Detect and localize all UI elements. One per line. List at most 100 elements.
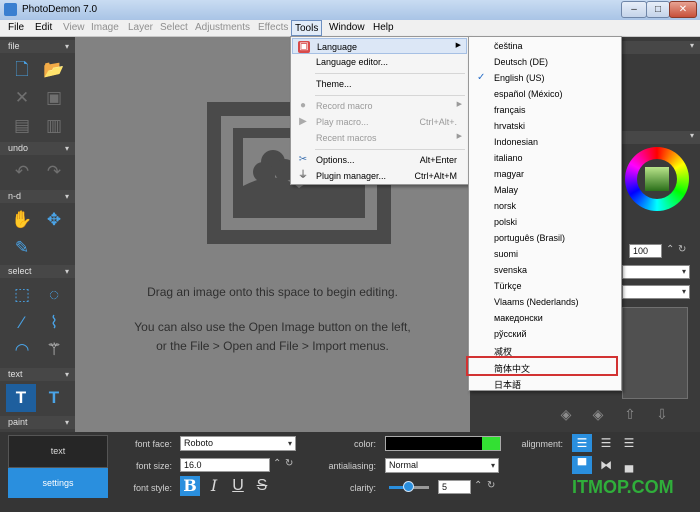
- export-icon[interactable]: ▥: [42, 114, 66, 138]
- clarity-slider-thumb[interactable]: [403, 481, 414, 492]
- save-icon[interactable]: ▣: [42, 86, 66, 110]
- valign-bottom-icon[interactable]: ▄: [619, 456, 639, 474]
- menu-edit[interactable]: Edit: [33, 22, 54, 33]
- menu-item-recent-macros[interactable]: Recent macros ▶: [292, 130, 467, 146]
- language-item[interactable]: español (México): [470, 86, 620, 102]
- align-left-icon[interactable]: ☰: [572, 434, 592, 452]
- blend-mode-combo[interactable]: ▾: [622, 265, 690, 279]
- language-item-simplified-chinese[interactable]: 简体中文: [466, 356, 618, 376]
- language-item[interactable]: svenska: [470, 262, 620, 278]
- alpha-mode-combo[interactable]: ▾: [622, 285, 690, 299]
- language-item[interactable]: italiano: [470, 150, 620, 166]
- redo-icon[interactable]: ↷: [42, 160, 66, 184]
- language-item[interactable]: polski: [470, 214, 620, 230]
- menu-adjustments[interactable]: Adjustments: [193, 22, 252, 33]
- section-text[interactable]: text ▾: [0, 368, 75, 381]
- language-item[interactable]: Indonesian: [470, 134, 620, 150]
- move-layer-down-icon[interactable]: ⇩: [652, 404, 672, 424]
- menu-item-play-macro[interactable]: ▶ Play macro... Ctrl+Alt+.: [292, 114, 467, 130]
- reset-icon[interactable]: ↻: [285, 458, 293, 469]
- strikethrough-button[interactable]: S: [252, 476, 272, 496]
- typography-tool-icon[interactable]: T: [42, 386, 66, 410]
- menu-select[interactable]: Select: [158, 22, 190, 33]
- color-picker-icon[interactable]: ✎: [10, 236, 34, 260]
- font-face-combo[interactable]: Roboto ▾: [180, 436, 296, 451]
- language-item[interactable]: Deutsch (DE): [470, 54, 620, 70]
- menu-image[interactable]: Image: [89, 22, 121, 33]
- font-size-input[interactable]: 16.0: [180, 458, 270, 472]
- spin-icon[interactable]: ⌃: [273, 458, 281, 469]
- language-item[interactable]: suomi: [470, 246, 620, 262]
- move-icon[interactable]: ✥: [42, 208, 66, 232]
- menu-tools[interactable]: Tools: [291, 20, 323, 36]
- valign-top-icon[interactable]: ▀: [572, 456, 592, 474]
- language-item[interactable]: hrvatski: [470, 118, 620, 134]
- language-item[interactable]: Vlaams (Nederlands): [470, 294, 620, 310]
- close-button[interactable]: ✕: [669, 1, 697, 18]
- magic-wand-icon[interactable]: ⚚: [42, 338, 66, 362]
- language-item[interactable]: norsk: [470, 198, 620, 214]
- new-image-icon[interactable]: 🗋: [10, 58, 34, 82]
- undo-icon[interactable]: ↶: [10, 160, 34, 184]
- menu-view[interactable]: View: [61, 22, 87, 33]
- add-layer-icon[interactable]: ◈: [556, 404, 576, 424]
- polygon-select-icon[interactable]: ⌇: [42, 311, 66, 335]
- language-item[interactable]: čeština: [470, 38, 620, 54]
- valign-middle-icon[interactable]: ⧓: [596, 456, 616, 474]
- spin-icon[interactable]: ⌃: [666, 244, 674, 255]
- save-as-icon[interactable]: ▤: [10, 114, 34, 138]
- menu-layer[interactable]: Layer: [126, 22, 155, 33]
- rect-select-icon[interactable]: ⬚: [10, 283, 34, 307]
- text-color-swatch[interactable]: [385, 436, 501, 451]
- menu-item-language-editor[interactable]: Language editor...: [292, 54, 467, 70]
- section-undo[interactable]: undo ▾: [0, 142, 75, 155]
- reset-icon[interactable]: ↻: [678, 244, 686, 255]
- ellipse-select-icon[interactable]: ◌: [42, 283, 66, 307]
- italic-button[interactable]: I: [204, 476, 224, 496]
- language-item[interactable]: Malay: [470, 182, 620, 198]
- open-folder-icon[interactable]: 📂: [42, 58, 66, 82]
- menu-help[interactable]: Help: [371, 22, 396, 33]
- line-select-icon[interactable]: ⁄: [10, 311, 34, 335]
- section-nd[interactable]: n-d ▾: [0, 190, 75, 203]
- color-square[interactable]: [645, 167, 669, 191]
- menu-file[interactable]: File: [6, 22, 26, 33]
- language-item[interactable]: 日本語: [470, 375, 620, 391]
- move-layer-up-icon[interactable]: ⇧: [620, 404, 640, 424]
- text-tool-icon[interactable]: T: [6, 384, 36, 412]
- section-paint[interactable]: paint ▾: [0, 416, 75, 429]
- tab-text[interactable]: text: [8, 435, 108, 468]
- spin-icon[interactable]: ⌃: [474, 480, 482, 491]
- bold-button[interactable]: B: [180, 476, 200, 496]
- reset-icon[interactable]: ↻: [487, 480, 495, 491]
- language-item[interactable]: français: [470, 102, 620, 118]
- close-image-icon[interactable]: ✕: [10, 86, 34, 110]
- maximize-button[interactable]: □: [646, 1, 670, 18]
- language-item[interactable]: Türkçe: [470, 278, 620, 294]
- section-file[interactable]: file ▾: [0, 40, 75, 53]
- language-item[interactable]: magyar: [470, 166, 620, 182]
- align-center-icon[interactable]: ☰: [596, 434, 616, 452]
- menu-item-plugin-manager[interactable]: ⏚ Plugin manager... Ctrl+Alt+M: [292, 168, 467, 184]
- language-item[interactable]: português (Brasil): [470, 230, 620, 246]
- menu-window[interactable]: Window: [327, 22, 367, 33]
- delete-layer-icon[interactable]: ◈: [588, 404, 608, 424]
- underline-button[interactable]: U: [228, 476, 248, 496]
- menu-item-theme[interactable]: Theme...: [292, 76, 467, 92]
- color-wheel[interactable]: [625, 147, 689, 211]
- language-item-selected[interactable]: ✓ English (US): [470, 70, 620, 86]
- menu-item-record-macro[interactable]: ● Record macro ▶: [292, 98, 467, 114]
- menu-item-language[interactable]: ▣ Language ▶: [292, 38, 467, 54]
- clarity-input[interactable]: 5: [438, 480, 471, 494]
- opacity-input[interactable]: 100: [629, 244, 662, 258]
- minimize-button[interactable]: –: [621, 1, 647, 18]
- language-item[interactable]: македонски: [470, 310, 620, 326]
- lasso-select-icon[interactable]: ◠: [10, 338, 34, 362]
- section-select[interactable]: select ▾: [0, 265, 75, 278]
- hand-pan-icon[interactable]: ✋: [10, 208, 34, 232]
- antialiasing-combo[interactable]: Normal ▾: [385, 458, 499, 473]
- tab-settings[interactable]: settings: [8, 468, 108, 498]
- layers-list[interactable]: [622, 307, 688, 399]
- align-right-icon[interactable]: ☰: [619, 434, 639, 452]
- language-item[interactable]: рўсский: [470, 326, 620, 342]
